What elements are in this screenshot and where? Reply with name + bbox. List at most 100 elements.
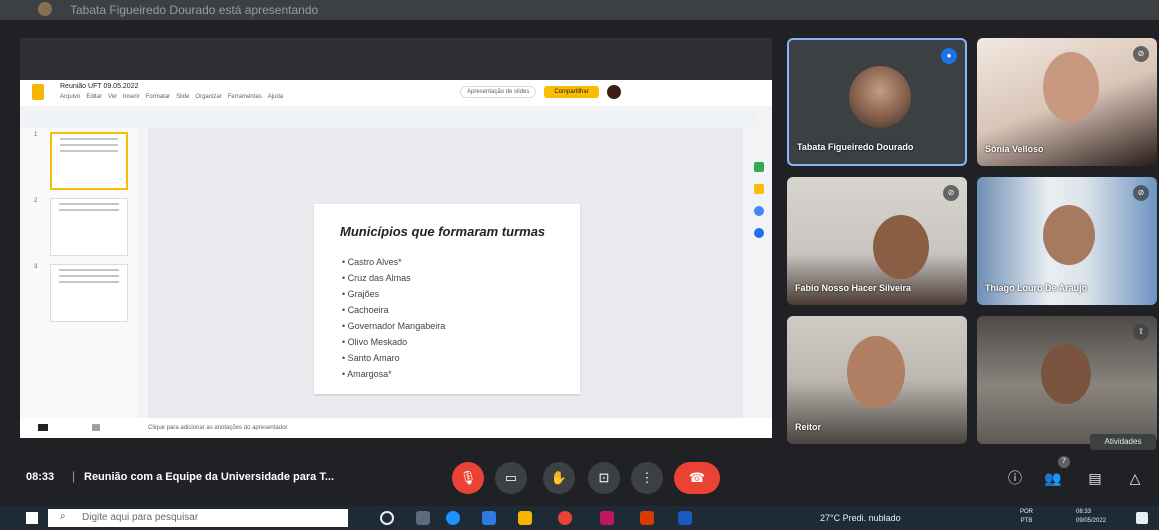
slide-filmstrip: 1 2 3	[20, 128, 138, 418]
slides-toolbar	[26, 110, 756, 124]
list-item: Santo Amaro	[342, 350, 445, 366]
current-slide[interactable]: Municípios que formaram turmas Castro Al…	[314, 204, 580, 394]
participant-name: Reitor	[795, 422, 822, 432]
activities-icon: △	[1129, 470, 1141, 486]
present-button[interactable]: Apresentação de slides	[460, 86, 537, 98]
participant-tile[interactable]: ⇧	[977, 316, 1157, 444]
edge-icon[interactable]	[446, 511, 460, 525]
notes-placeholder: Clique para adicionar as anotações do ap…	[148, 425, 288, 431]
menu-item-arquivo[interactable]: Arquivo	[60, 94, 80, 100]
chat-button[interactable]: ▤	[1084, 467, 1106, 489]
lang-layout: PTB	[1020, 518, 1033, 524]
list-item: Cruz das Almas	[342, 270, 445, 286]
list-item: Olivo Meskado	[342, 334, 445, 350]
cortana-icon[interactable]	[380, 511, 394, 525]
grid-view-icon[interactable]	[38, 424, 48, 431]
participant-name: Thiago Louro De Araujo	[985, 283, 1088, 293]
participant-tile[interactable]: ⊘ Fabio Nosso Hacer Silveira	[787, 177, 967, 305]
clock[interactable]: 08:33 09/05/2022	[1076, 508, 1106, 526]
account-avatar[interactable]	[606, 85, 621, 99]
participant-video	[873, 215, 929, 279]
hangup-icon: ☎	[688, 470, 706, 485]
menu-item-organizar[interactable]: Organizar	[195, 94, 221, 100]
present-now-button[interactable]: ⊡	[588, 462, 620, 494]
slides-logo-icon	[32, 84, 44, 100]
activities-button[interactable]: △	[1124, 467, 1146, 489]
slide-thumbnail-2[interactable]	[50, 198, 128, 256]
calendar-icon[interactable]	[754, 184, 764, 194]
municipality-list: Castro Alves* Cruz das Almas Grajões Cac…	[342, 254, 445, 382]
menu-item-ver[interactable]: Ver	[108, 94, 117, 100]
participant-tile[interactable]: ⊘ Thiago Louro De Araujo	[977, 177, 1157, 305]
thumb-number: 1	[34, 132, 38, 138]
participant-video	[1043, 52, 1099, 122]
camera-icon: ▭	[504, 470, 518, 485]
app-icon[interactable]	[600, 511, 614, 525]
tasks-icon[interactable]	[754, 206, 764, 216]
thumb-number: 3	[34, 264, 38, 270]
avatar	[849, 66, 911, 128]
contacts-icon[interactable]	[754, 228, 764, 238]
speaking-indicator-icon: ●	[941, 48, 957, 64]
menu-item-inserir[interactable]: Inserir	[123, 94, 140, 100]
menu-item-editar[interactable]: Editar	[86, 94, 102, 100]
weather-widget[interactable]: 27°C Predi. nublado	[820, 513, 901, 523]
list-item: Castro Alves*	[342, 254, 445, 270]
document-title[interactable]: Reunião UFT 09.05.2022	[60, 83, 138, 90]
people-button[interactable]: 👥	[1042, 467, 1064, 489]
mic-off-icon: ⊘	[1133, 185, 1149, 201]
meeting-title: Reunião com a Equipe da Universidade par…	[84, 471, 335, 483]
leave-call-button[interactable]: ☎	[674, 462, 720, 494]
side-panel-icons	[748, 128, 772, 418]
slide-thumbnail-1[interactable]	[50, 132, 128, 190]
taskbar-search-input[interactable]: Digite aqui para pesquisar	[48, 509, 348, 527]
slide-title: Municípios que formaram turmas	[340, 224, 546, 239]
speaker-notes[interactable]: Clique para adicionar as anotações do ap…	[20, 418, 772, 438]
header-actions: Apresentação de slides Compartilhar	[460, 85, 621, 99]
file-explorer-icon[interactable]	[518, 511, 532, 525]
participant-name: Sônia Velloso	[985, 144, 1044, 154]
slide-thumbnail-3[interactable]	[50, 264, 128, 322]
camera-toggle-button[interactable]: ▭	[495, 462, 527, 494]
store-icon[interactable]	[482, 511, 496, 525]
menu-item-formatar[interactable]: Formatar	[146, 94, 170, 100]
clock-time: 08:33	[1076, 509, 1092, 515]
thumb-number: 2	[34, 198, 38, 204]
share-button[interactable]: Compartilhar	[544, 86, 599, 98]
menu-item-ajuda[interactable]: Ajuda	[268, 94, 283, 100]
mic-toggle-button[interactable]: 🎙	[452, 462, 484, 494]
presenting-text: Tabata Figueiredo Dourado está apresenta…	[70, 3, 319, 17]
menu-item-slide[interactable]: Slide	[176, 94, 189, 100]
keep-icon[interactable]	[754, 162, 764, 172]
people-icon: 👥	[1044, 470, 1062, 486]
participant-video	[1041, 344, 1091, 404]
menu-item-ferramentas[interactable]: Ferramentas	[228, 94, 262, 100]
language-indicator[interactable]: POR PTB	[1020, 508, 1033, 526]
more-vert-icon: ⋮	[640, 470, 654, 485]
presenter-avatar	[38, 2, 52, 16]
more-options-button[interactable]: ⋮	[631, 462, 663, 494]
participant-tile[interactable]: ● Tabata Figueiredo Dourado	[787, 38, 967, 166]
filmstrip-view-icon[interactable]	[92, 424, 100, 431]
notification-icon[interactable]	[1136, 512, 1148, 524]
shared-screen: Reunião UFT 09.05.2022 Arquivo Editar Ve…	[20, 38, 772, 438]
participant-tile[interactable]: Reitor	[787, 316, 967, 444]
raise-hand-button[interactable]: ✋	[543, 462, 575, 494]
slides-header: Reunião UFT 09.05.2022 Arquivo Editar Ve…	[20, 80, 772, 106]
chat-icon: ▤	[1088, 470, 1102, 486]
search-icon: ⌕	[60, 511, 66, 522]
windows-taskbar: Digite aqui para pesquisar ⌕ 27°C Predi.…	[0, 506, 1159, 530]
slide-canvas: Municípios que formaram turmas Castro Al…	[148, 128, 743, 418]
chrome-icon[interactable]	[558, 511, 572, 525]
meeting-info-button[interactable]: ⓘ	[1004, 467, 1026, 489]
separator: |	[72, 469, 76, 483]
word-icon[interactable]	[678, 511, 692, 525]
people-count-badge: 7	[1058, 456, 1070, 468]
windows-start-icon[interactable]	[26, 512, 38, 524]
presenting-banner: Tabata Figueiredo Dourado está apresenta…	[0, 0, 1159, 20]
office-icon[interactable]	[640, 511, 654, 525]
participant-tile[interactable]: ⊘ Sônia Velloso	[977, 38, 1157, 166]
task-view-icon[interactable]	[416, 511, 430, 525]
lang-code: POR	[1020, 509, 1034, 515]
pin-icon: ⇧	[1133, 324, 1149, 340]
